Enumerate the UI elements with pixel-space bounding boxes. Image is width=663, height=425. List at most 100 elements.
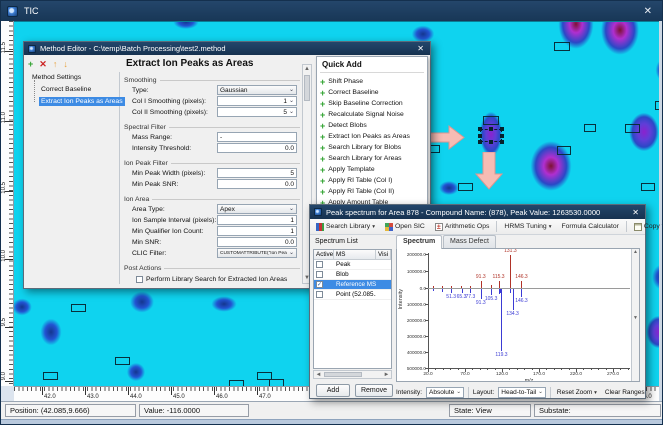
checkbox[interactable]	[316, 271, 323, 278]
checkbox[interactable]	[136, 276, 143, 283]
field-label: Col I Smoothing (pixels):	[132, 98, 207, 105]
peak-box[interactable]	[458, 183, 473, 191]
scroll-up-icon[interactable]: ▲	[303, 65, 311, 74]
spectrum-peak	[510, 289, 512, 293]
quick-add-item[interactable]: + Correct Baseline	[320, 87, 425, 98]
chevron-down-icon[interactable]: ⌄	[289, 98, 294, 104]
checkbox[interactable]: ✓	[316, 281, 323, 288]
spectrum-peak	[512, 289, 514, 310]
field-select[interactable]: Gaussian ⌄	[217, 85, 297, 95]
peak-box[interactable]	[557, 146, 571, 155]
peak-box[interactable]	[554, 42, 570, 51]
quick-add-item[interactable]: + Search Library for Areas	[320, 153, 425, 164]
tree-root[interactable]: Method Settings	[32, 74, 81, 81]
peak-box[interactable]	[43, 372, 58, 380]
quick-add-item[interactable]: + Detect Blobs	[320, 120, 425, 131]
plot-scrollbar[interactable]: ▲ ▼	[631, 249, 639, 381]
list-item[interactable]: Peak	[314, 260, 391, 270]
peak-box[interactable]	[625, 124, 640, 133]
move-up-icon[interactable]: ↑	[53, 59, 58, 69]
chevron-down-icon[interactable]: ⌄	[289, 87, 294, 93]
tab-spectrum[interactable]: Spectrum	[396, 235, 443, 249]
quick-add-item[interactable]: + Recalculate Signal Noise	[320, 109, 425, 120]
arithmetic-ops-button[interactable]: ± Arithmetic Ops	[432, 221, 493, 233]
peak-box[interactable]	[115, 357, 130, 365]
selection-handle[interactable]	[478, 140, 482, 144]
field-spin[interactable]: 1 ⌄	[217, 96, 297, 106]
move-down-icon[interactable]: ↓	[63, 59, 68, 69]
field-value: 1	[283, 97, 287, 105]
chevron-down-icon[interactable]: ⌄	[289, 109, 294, 115]
selection-handle[interactable]	[478, 133, 482, 138]
field-text[interactable]: 1	[217, 226, 297, 236]
clear-ranges-button[interactable]: Clear Ranges	[603, 389, 647, 396]
column-header[interactable]: Visi	[376, 250, 391, 259]
hrms-tuning-button[interactable]: HRMS Tuning ▾	[501, 221, 554, 232]
spectrum-peak	[442, 286, 444, 288]
x-minor-tick	[479, 368, 481, 370]
method-editor-toolbar: + ✕ ↑ ↓	[28, 58, 68, 70]
scroll-right-icon[interactable]: ►	[382, 371, 391, 379]
quick-add-item[interactable]: + Skip Baseline Correction	[320, 98, 425, 109]
selection-handle[interactable]	[500, 133, 504, 138]
tree-item[interactable]: Correct Baseline	[39, 85, 93, 94]
quick-add-item[interactable]: + Extract Ion Peaks as Areas	[320, 131, 425, 142]
scrollbar-thumb[interactable]	[324, 372, 362, 377]
peak-box[interactable]	[269, 379, 284, 386]
scroll-left-icon[interactable]: ◄	[314, 371, 323, 379]
field-textleft[interactable]: -	[217, 132, 297, 142]
column-header[interactable]: Active	[314, 250, 334, 259]
delete-icon[interactable]: ✕	[39, 59, 47, 69]
tree-item[interactable]: Extract Ion Peaks as Areas	[39, 97, 125, 106]
peak-box[interactable]	[71, 304, 86, 312]
chevron-down-icon[interactable]: ⌄	[289, 250, 294, 256]
quick-add-item[interactable]: + Apply Template	[320, 164, 425, 175]
field-text[interactable]: 1	[217, 215, 297, 225]
quick-add-item[interactable]: + Apply RI Table (Col I)	[320, 175, 425, 186]
intensity-select[interactable]: Absolute ⌄	[426, 386, 464, 398]
sic-icon	[384, 222, 393, 231]
reset-zoom-button[interactable]: Reset Zoom ▾	[555, 389, 599, 396]
selection-handle[interactable]	[478, 127, 482, 131]
field-select[interactable]: Apex ⌄	[217, 204, 297, 214]
quick-add-item[interactable]: + Apply RI Table (Col II)	[320, 186, 425, 197]
selection-handle[interactable]	[500, 127, 504, 131]
remove-button[interactable]: Remove	[355, 384, 393, 397]
selection-handle[interactable]	[489, 127, 493, 131]
list-item[interactable]: Point (52.085...	[314, 290, 391, 300]
peak-box[interactable]	[584, 124, 596, 132]
tab-mass-defect[interactable]: Mass Defect	[443, 235, 496, 249]
list-item[interactable]: ✓ Reference MS	[314, 280, 391, 290]
field-value: 0.0	[284, 144, 294, 152]
add-icon[interactable]: +	[28, 59, 33, 69]
selection-handle[interactable]	[489, 140, 493, 144]
field-text[interactable]: 5	[217, 168, 297, 178]
field-text[interactable]: 0.0	[217, 237, 297, 247]
copy-to-clipboard-button[interactable]: Copy to Clipboard	[631, 221, 662, 233]
close-icon[interactable]: ✕	[415, 44, 426, 53]
checkbox[interactable]	[316, 291, 323, 298]
field-text[interactable]: 0.0	[217, 143, 297, 153]
formula-calculator-button[interactable]: Formula Calculator	[558, 221, 621, 232]
peak-box[interactable]	[483, 116, 499, 125]
add-button[interactable]: Add	[316, 384, 350, 397]
checkbox[interactable]	[316, 261, 323, 268]
close-icon[interactable]: ✕	[630, 208, 641, 217]
selection-handle[interactable]	[500, 140, 504, 144]
scrollbar-thumb[interactable]	[304, 75, 310, 101]
search-library-button[interactable]: Search Library ▾	[313, 221, 378, 233]
field-select[interactable]: CUSTOMATTRIBUTE("Ion Peak Width")>1⌄	[217, 248, 297, 258]
field-text[interactable]: 0.0	[217, 179, 297, 189]
close-icon[interactable]: ✕	[640, 6, 656, 17]
spectrum-plot[interactable]: 100000.0 200000.0 0.0 100000.0 200000.0 30000…	[396, 248, 640, 382]
quick-add-item[interactable]: + Search Library for Blobs	[320, 142, 425, 153]
quick-add-item[interactable]: + Shift Phase	[320, 76, 425, 87]
column-header[interactable]: MS	[334, 250, 376, 259]
field-spin[interactable]: 5 ⌄	[217, 107, 297, 117]
list-item[interactable]: Blob	[314, 270, 391, 280]
chevron-down-icon[interactable]: ⌄	[289, 206, 294, 212]
layout-select[interactable]: Head-to-Tail ⌄	[498, 386, 546, 398]
open-sic-button[interactable]: Open SIC	[382, 221, 428, 233]
list-hscrollbar[interactable]: ◄ ►	[313, 370, 392, 379]
peak-box[interactable]	[641, 183, 655, 191]
